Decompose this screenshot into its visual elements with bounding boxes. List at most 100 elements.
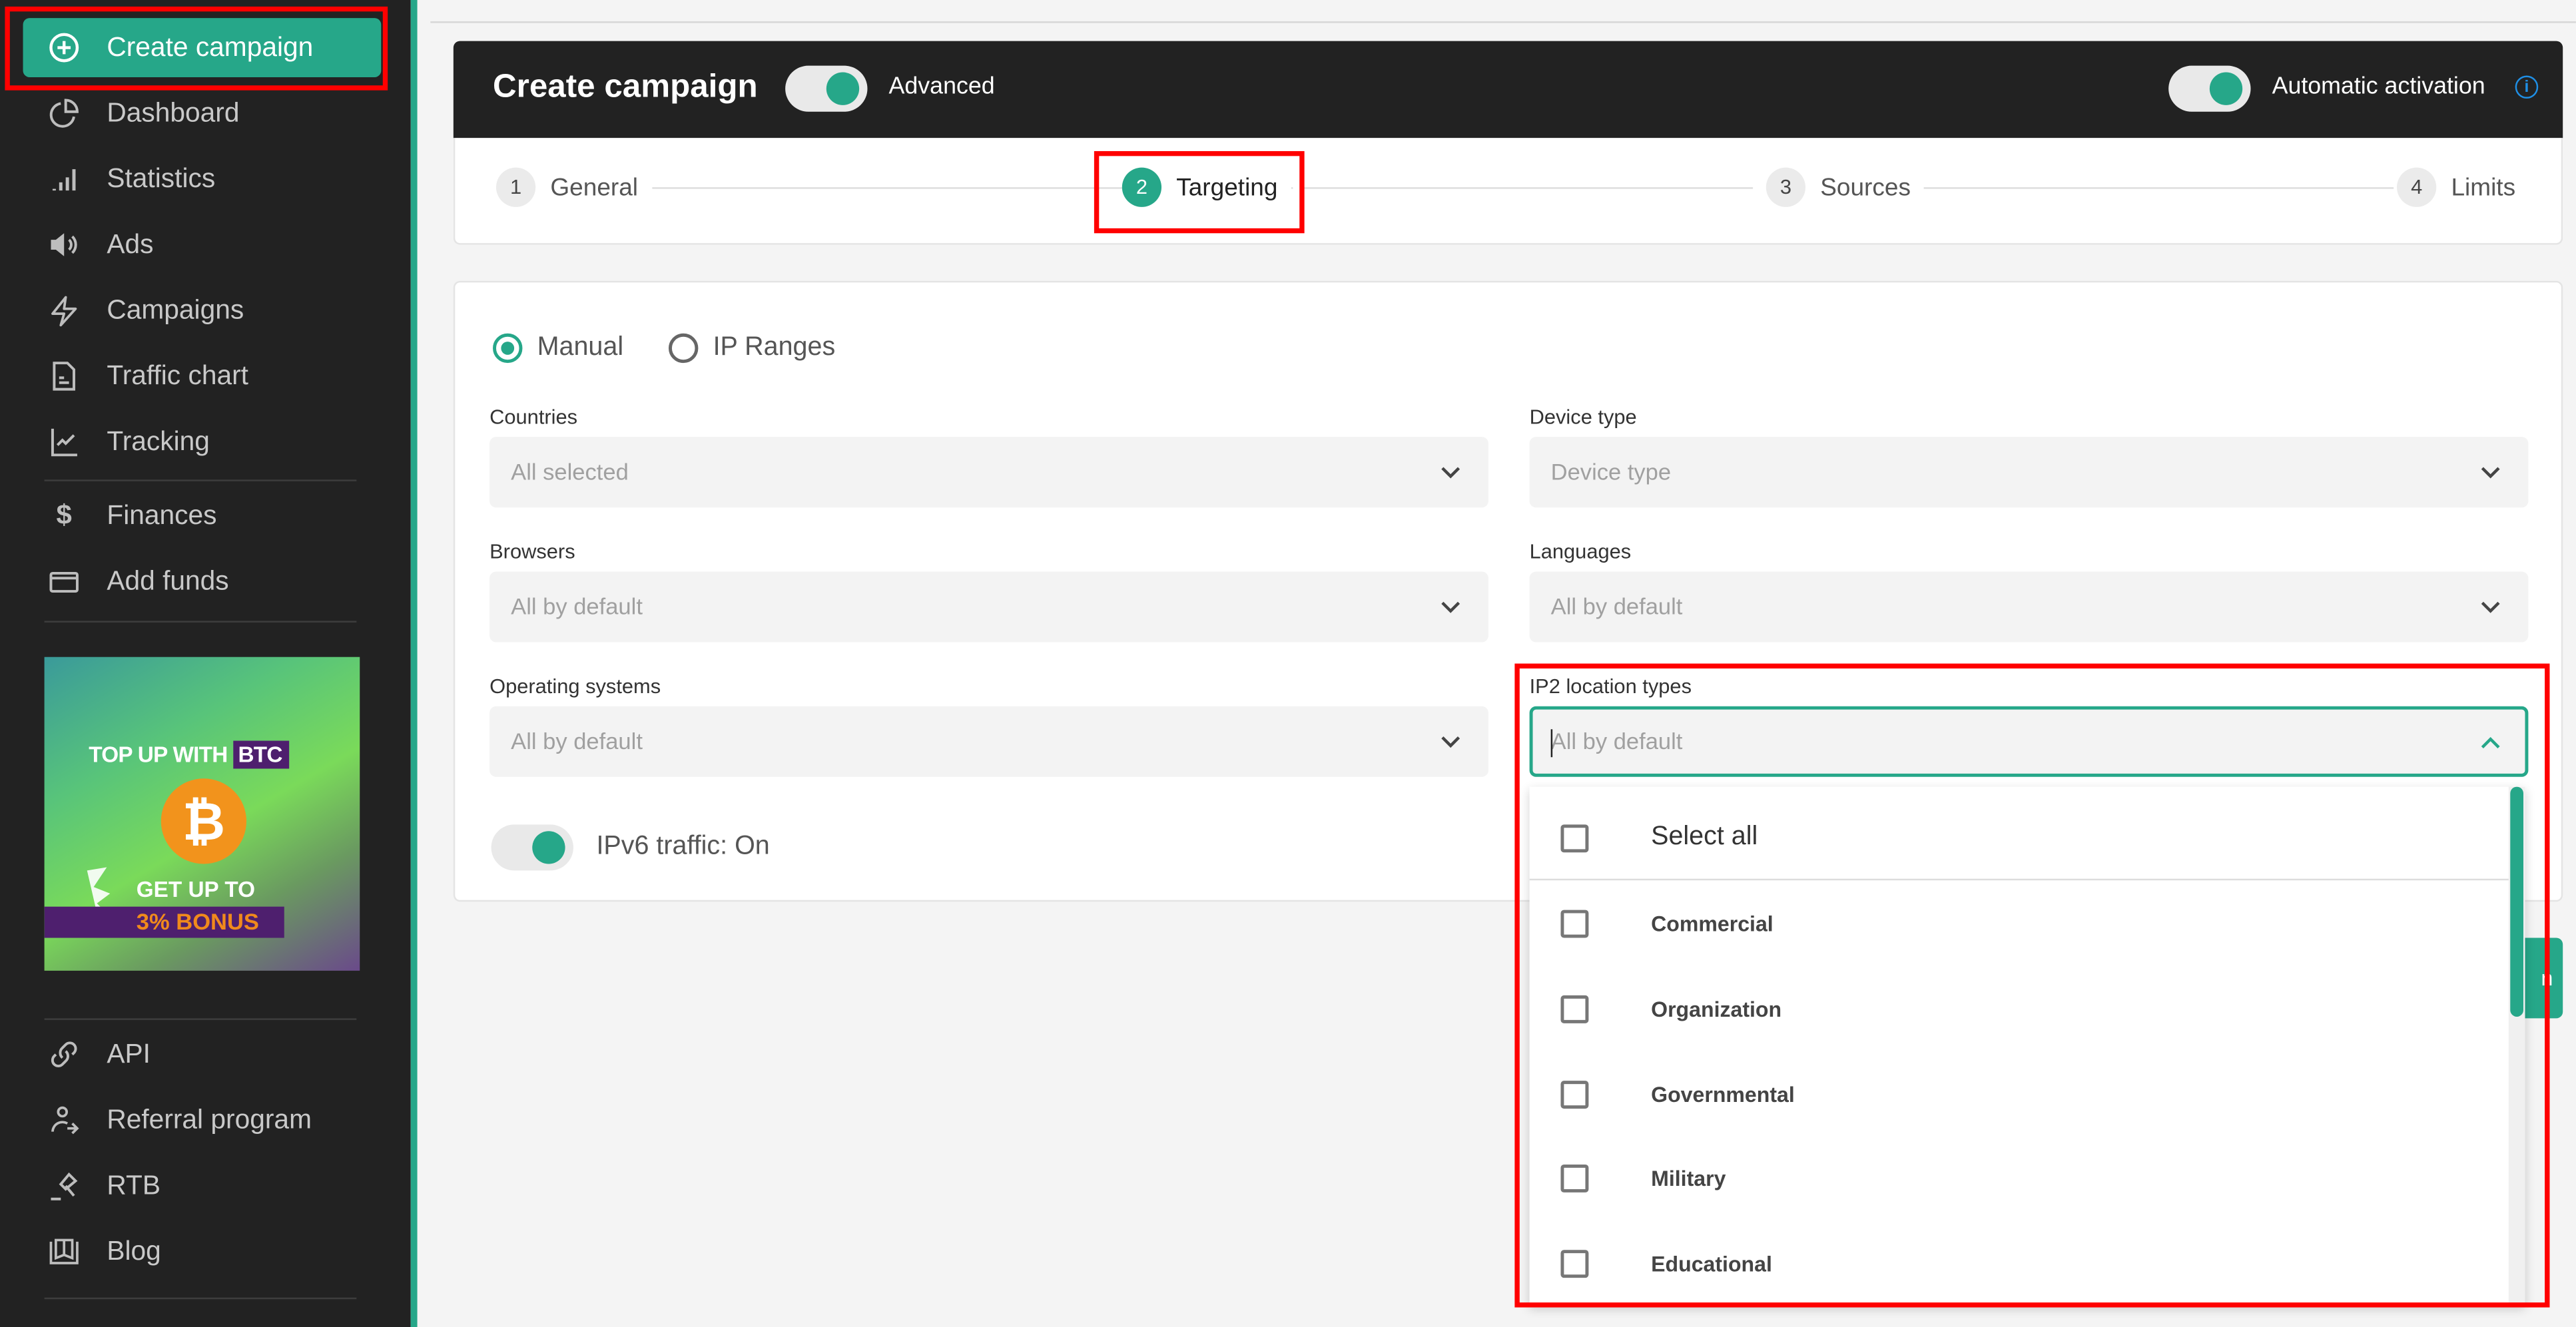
option-organization[interactable]: Organization	[1530, 965, 2509, 1051]
credit-card-icon	[46, 563, 82, 599]
checkbox[interactable]	[1560, 1079, 1589, 1108]
option-military[interactable]: Military	[1530, 1135, 2509, 1220]
automatic-activation-label: Automatic activation	[2272, 74, 2485, 101]
ipv6-traffic-control: IPv6 traffic: On	[491, 824, 770, 871]
option-educational[interactable]: Educational	[1530, 1220, 2509, 1306]
step-sources[interactable]: 3 Sources	[1766, 167, 1924, 207]
chevron-up-icon	[2481, 736, 2500, 748]
sidebar: Create campaign Dashboard Statistics Ads…	[0, 0, 411, 1327]
operating-systems-select[interactable]: All by default	[489, 706, 1488, 777]
step-limits[interactable]: 4 Limits	[2397, 167, 2529, 207]
sidebar-item-tracking[interactable]: Tracking	[23, 412, 382, 471]
browsers-label: Browsers	[489, 540, 575, 564]
device-type-select[interactable]: Device type	[1529, 437, 2529, 508]
sidebar-item-label: Add funds	[107, 565, 229, 596]
option-select-all[interactable]: Select all	[1530, 795, 2509, 880]
checkbox[interactable]	[1560, 909, 1589, 937]
languages-label: Languages	[1529, 540, 1632, 564]
operating-systems-label: Operating systems	[489, 674, 661, 698]
sidebar-item-blog[interactable]: Blog	[23, 1222, 382, 1281]
ipv6-label: IPv6 traffic: On	[596, 832, 770, 861]
promo-line-2: GET UP TO	[136, 877, 256, 902]
bitcoin-icon: ₿	[161, 778, 247, 864]
dollar-icon: $	[56, 499, 72, 531]
sidebar-item-label: Finances	[107, 500, 217, 530]
checkbox[interactable]	[1560, 1163, 1589, 1192]
promo-banner[interactable]: TOP UP WITH BTC ₿ GET UP TO 3% BONUS	[44, 657, 360, 971]
sidebar-divider	[44, 1297, 357, 1300]
chevron-down-icon	[1441, 467, 1460, 479]
sidebar-item-label: Statistics	[107, 163, 216, 193]
countries-label: Countries	[489, 405, 578, 429]
sidebar-item-traffic-chart[interactable]: Traffic chart	[23, 346, 382, 405]
advanced-toggle[interactable]	[785, 65, 868, 112]
sidebar-item-campaigns[interactable]: Campaigns	[23, 281, 382, 340]
radio-manual[interactable]: Manual	[493, 333, 623, 364]
signal-bars-icon	[46, 161, 82, 197]
ip2-location-types-input[interactable]: All by default	[1529, 706, 2529, 777]
document-icon	[46, 358, 82, 394]
sidebar-item-label: Ads	[107, 229, 154, 259]
sidebar-item-rtb[interactable]: RTB	[23, 1157, 382, 1216]
sidebar-item-label: API	[107, 1039, 151, 1069]
option-governmental[interactable]: Governmental	[1530, 1051, 2509, 1137]
step-general[interactable]: 1 General	[495, 167, 651, 207]
languages-select[interactable]: All by default	[1529, 571, 2529, 643]
ipv6-toggle[interactable]	[491, 824, 573, 871]
plus-circle-icon	[46, 29, 82, 65]
countries-select[interactable]: All selected	[489, 437, 1488, 508]
sidebar-item-finances[interactable]: $ Finances	[23, 486, 382, 545]
chevron-down-icon	[2481, 467, 2500, 479]
lightning-icon	[46, 292, 82, 328]
step-connector	[1917, 187, 2394, 189]
sidebar-item-add-funds[interactable]: Add funds	[23, 552, 382, 611]
sidebar-item-label: Referral program	[107, 1104, 312, 1135]
checkbox[interactable]	[1560, 994, 1589, 1023]
sidebar-item-label: Traffic chart	[107, 360, 248, 390]
chevron-down-icon	[1441, 601, 1460, 613]
checkbox[interactable]	[1560, 824, 1589, 852]
sidebar-divider	[44, 1018, 357, 1020]
page-title: Create campaign	[493, 69, 758, 105]
app: Create campaign Dashboard Statistics Ads…	[0, 0, 2576, 1327]
step-targeting[interactable]: 2 Targeting	[1122, 167, 1291, 207]
automatic-activation-toggle[interactable]	[2168, 65, 2251, 112]
sidebar-item-label: Create campaign	[107, 32, 314, 62]
info-icon[interactable]: i	[2515, 75, 2539, 99]
chevron-down-icon	[1441, 736, 1460, 748]
line-chart-icon	[46, 423, 82, 459]
advanced-label: Advanced	[888, 74, 995, 101]
browsers-select[interactable]: All by default	[489, 571, 1488, 643]
sidebar-divider	[44, 479, 357, 481]
promo-line-1: TOP UP WITH BTC	[89, 740, 289, 769]
speaker-icon	[46, 226, 82, 262]
sidebar-item-label: Dashboard	[107, 97, 240, 128]
device-type-label: Device type	[1529, 405, 1637, 429]
radio-ip-ranges[interactable]: IP Ranges	[668, 333, 835, 364]
option-commercial[interactable]: Commercial	[1530, 880, 2509, 965]
dropdown-scrollbar[interactable]	[2508, 786, 2525, 1306]
sidebar-item-statistics[interactable]: Statistics	[23, 149, 382, 208]
sidebar-item-label: Blog	[107, 1236, 161, 1266]
ip2-location-types-dropdown: Select all Commercial Organization Gover…	[1529, 786, 2525, 1306]
chevron-down-icon	[2481, 601, 2500, 613]
sidebar-item-label: RTB	[107, 1170, 161, 1200]
scrollbar-thumb[interactable]	[2510, 786, 2524, 1017]
sidebar-item-ads[interactable]: Ads	[23, 215, 382, 274]
book-icon	[46, 1234, 82, 1270]
sidebar-item-label: Campaigns	[107, 294, 244, 325]
sidebar-item-label: Tracking	[107, 426, 210, 456]
campaign-header: Create campaign Advanced Automatic activ…	[453, 41, 2563, 138]
sidebar-scroll-edge	[410, 0, 418, 1327]
sidebar-item-api[interactable]: API	[23, 1025, 382, 1084]
referral-user-icon	[46, 1102, 82, 1138]
sidebar-divider	[44, 621, 357, 623]
sidebar-item-referral-program[interactable]: Referral program	[23, 1091, 382, 1150]
sidebar-item-dashboard[interactable]: Dashboard	[23, 84, 382, 143]
sidebar-item-create-campaign[interactable]: Create campaign	[23, 18, 382, 77]
checkbox[interactable]	[1560, 1249, 1589, 1277]
step-connector	[1301, 187, 1754, 189]
pie-chart-icon	[46, 95, 82, 131]
stepper: 1 General 2 Targeting 3 Sources 4 Limits	[453, 138, 2563, 245]
gavel-icon	[46, 1168, 82, 1204]
